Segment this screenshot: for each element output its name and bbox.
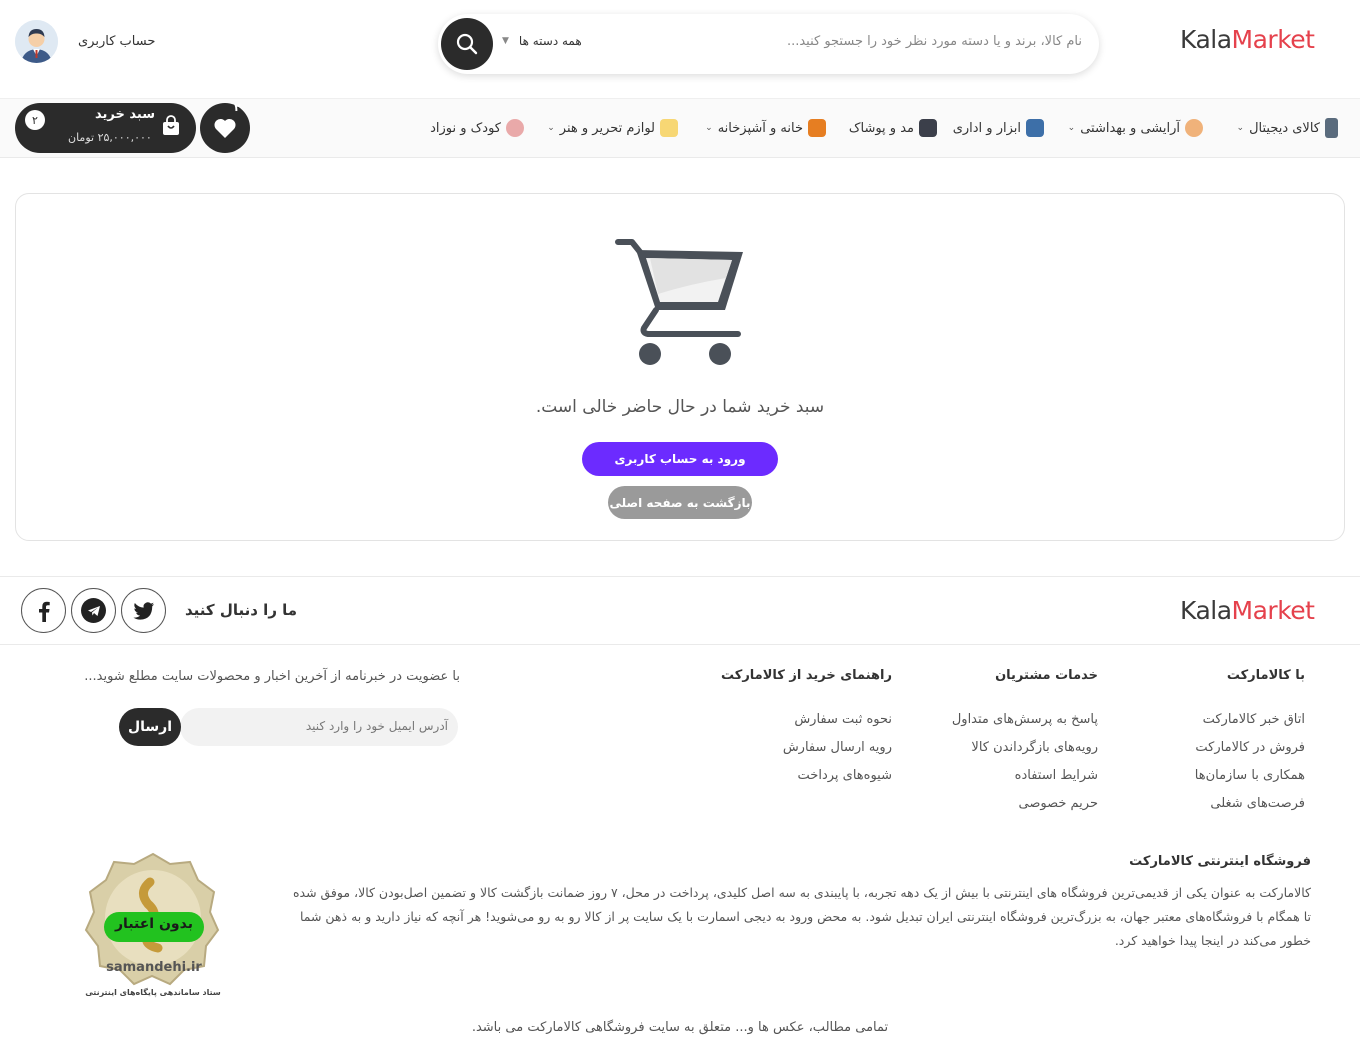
footer-link[interactable]: فرصت‌های شغلی	[1210, 796, 1305, 811]
footer-link[interactable]: همکاری با سازمان‌ها	[1195, 768, 1305, 783]
nav-item-digital[interactable]: کالای دیجیتال ⌄	[1237, 117, 1338, 139]
footer-link[interactable]: اتاق خبر کالامارکت	[1203, 712, 1305, 727]
nav-item-home-kitchen[interactable]: خانه و آشپزخانه ⌄	[705, 117, 826, 139]
footer-link[interactable]: شیوه‌های پرداخت	[798, 768, 892, 783]
nav-item-fashion[interactable]: مد و پوشاک	[849, 117, 937, 139]
house-icon	[808, 119, 826, 137]
about-title: فروشگاه اینترنتی کالامارکت	[1129, 854, 1311, 869]
nav-item-stationery[interactable]: لوازم تحریر و هنر ⌄	[547, 117, 678, 139]
search-button[interactable]	[441, 18, 493, 70]
twitter-icon	[132, 601, 154, 620]
cart-count-badge: ۲	[25, 110, 45, 130]
baby-icon	[506, 119, 524, 137]
printer-icon	[1026, 119, 1044, 137]
chevron-down-icon: ▼	[502, 36, 509, 46]
phone-icon	[1325, 118, 1338, 138]
category-select[interactable]: ▼ همه دسته ها	[502, 34, 582, 48]
wishlist-count-badge: ۲	[234, 101, 241, 114]
about-text: کالامارکت به عنوان یکی از قدیمی‌ترین فرو…	[292, 885, 1311, 948]
search-icon	[456, 33, 478, 55]
samandehi-badge[interactable]: samandehi.ir بدون اعتبار ستاد ساماندهی پ…	[78, 852, 228, 1002]
follow-us-label: ما را دنبال کنید	[185, 601, 298, 619]
copyright-text: تمامی مطالب، عکس ها و... متعلق به سایت ف…	[471, 1020, 889, 1035]
chevron-down-icon: ⌄	[705, 123, 713, 133]
footer-link[interactable]: نحوه ثبت سفارش	[794, 712, 892, 727]
cart-total: ۲۵,۰۰۰,۰۰۰ تومان	[68, 131, 152, 144]
account-link[interactable]: حساب کاربری	[78, 34, 155, 49]
badge-caption: ستاد ساماندهی پایگاه‌های اینترنتی	[85, 988, 221, 997]
footer-col-title-about: با کالامارکت	[1226, 668, 1305, 683]
search-input[interactable]: نام کالا، برند و یا دسته مورد نظر خود را…	[787, 34, 1082, 49]
newsletter-text: با عضویت در خبرنامه از آخرین اخبار و محص…	[84, 669, 460, 684]
footer-col-title-guide: راهنمای خرید از کالامارکت	[721, 668, 892, 683]
newsletter-send-button[interactable]: ارسال	[119, 708, 181, 746]
shopping-bag-icon	[160, 114, 182, 140]
footer-link[interactable]: شرایط استفاده	[1015, 768, 1098, 783]
woman-icon	[1185, 119, 1203, 137]
footer-link[interactable]: پاسخ به پرسش‌های متداول	[952, 712, 1098, 727]
back-to-home-button[interactable]: بازگشت به صفحه اصلی	[608, 486, 752, 519]
notepad-icon	[660, 119, 678, 137]
nav-item-tools[interactable]: ابزار و اداری	[953, 117, 1044, 139]
nav-item-baby[interactable]: کودک و نوزاد	[430, 117, 524, 139]
telegram-link[interactable]	[71, 588, 116, 633]
facebook-link[interactable]	[21, 588, 66, 633]
chevron-down-icon: ⌄	[1236, 123, 1245, 133]
chevron-down-icon: ⌄	[1067, 123, 1076, 133]
suit-icon	[919, 119, 937, 137]
newsletter-email-placeholder[interactable]: آدرس ایمیل خود را وارد کنید	[306, 719, 448, 733]
badge-status: بدون اعتبار	[115, 916, 193, 932]
chevron-down-icon: ⌄	[547, 123, 555, 133]
avatar[interactable]	[15, 20, 58, 63]
wishlist-button[interactable]	[200, 103, 250, 153]
heart-icon	[214, 118, 236, 138]
footer-link[interactable]: فروش در کالامارکت	[1195, 740, 1305, 755]
cart-title: سبد خرید	[95, 107, 155, 122]
facebook-icon	[38, 601, 50, 622]
empty-cart-icon	[610, 232, 750, 376]
site-logo[interactable]: KalaMarket	[1180, 27, 1315, 52]
footer-col-title-services: خدمات مشتریان	[995, 668, 1098, 683]
svg-text:samandehi.ir: samandehi.ir	[106, 960, 202, 975]
empty-cart-message: سبد خرید شما در حال حاضر خالی است.	[535, 397, 825, 417]
nav-item-cosmetics[interactable]: آرایشی و بهداشتی ⌄	[1068, 117, 1203, 139]
telegram-icon	[81, 598, 106, 623]
footer-logo[interactable]: KalaMarket	[1180, 598, 1315, 623]
footer-link[interactable]: رویه‌های بازگرداندن کالا	[971, 740, 1098, 755]
login-button[interactable]: ورود به حساب کاربری	[582, 442, 778, 476]
twitter-link[interactable]	[121, 588, 166, 633]
footer-link[interactable]: رویه ارسال سفارش	[783, 740, 892, 755]
footer-link[interactable]: حریم خصوصی	[1018, 796, 1098, 811]
